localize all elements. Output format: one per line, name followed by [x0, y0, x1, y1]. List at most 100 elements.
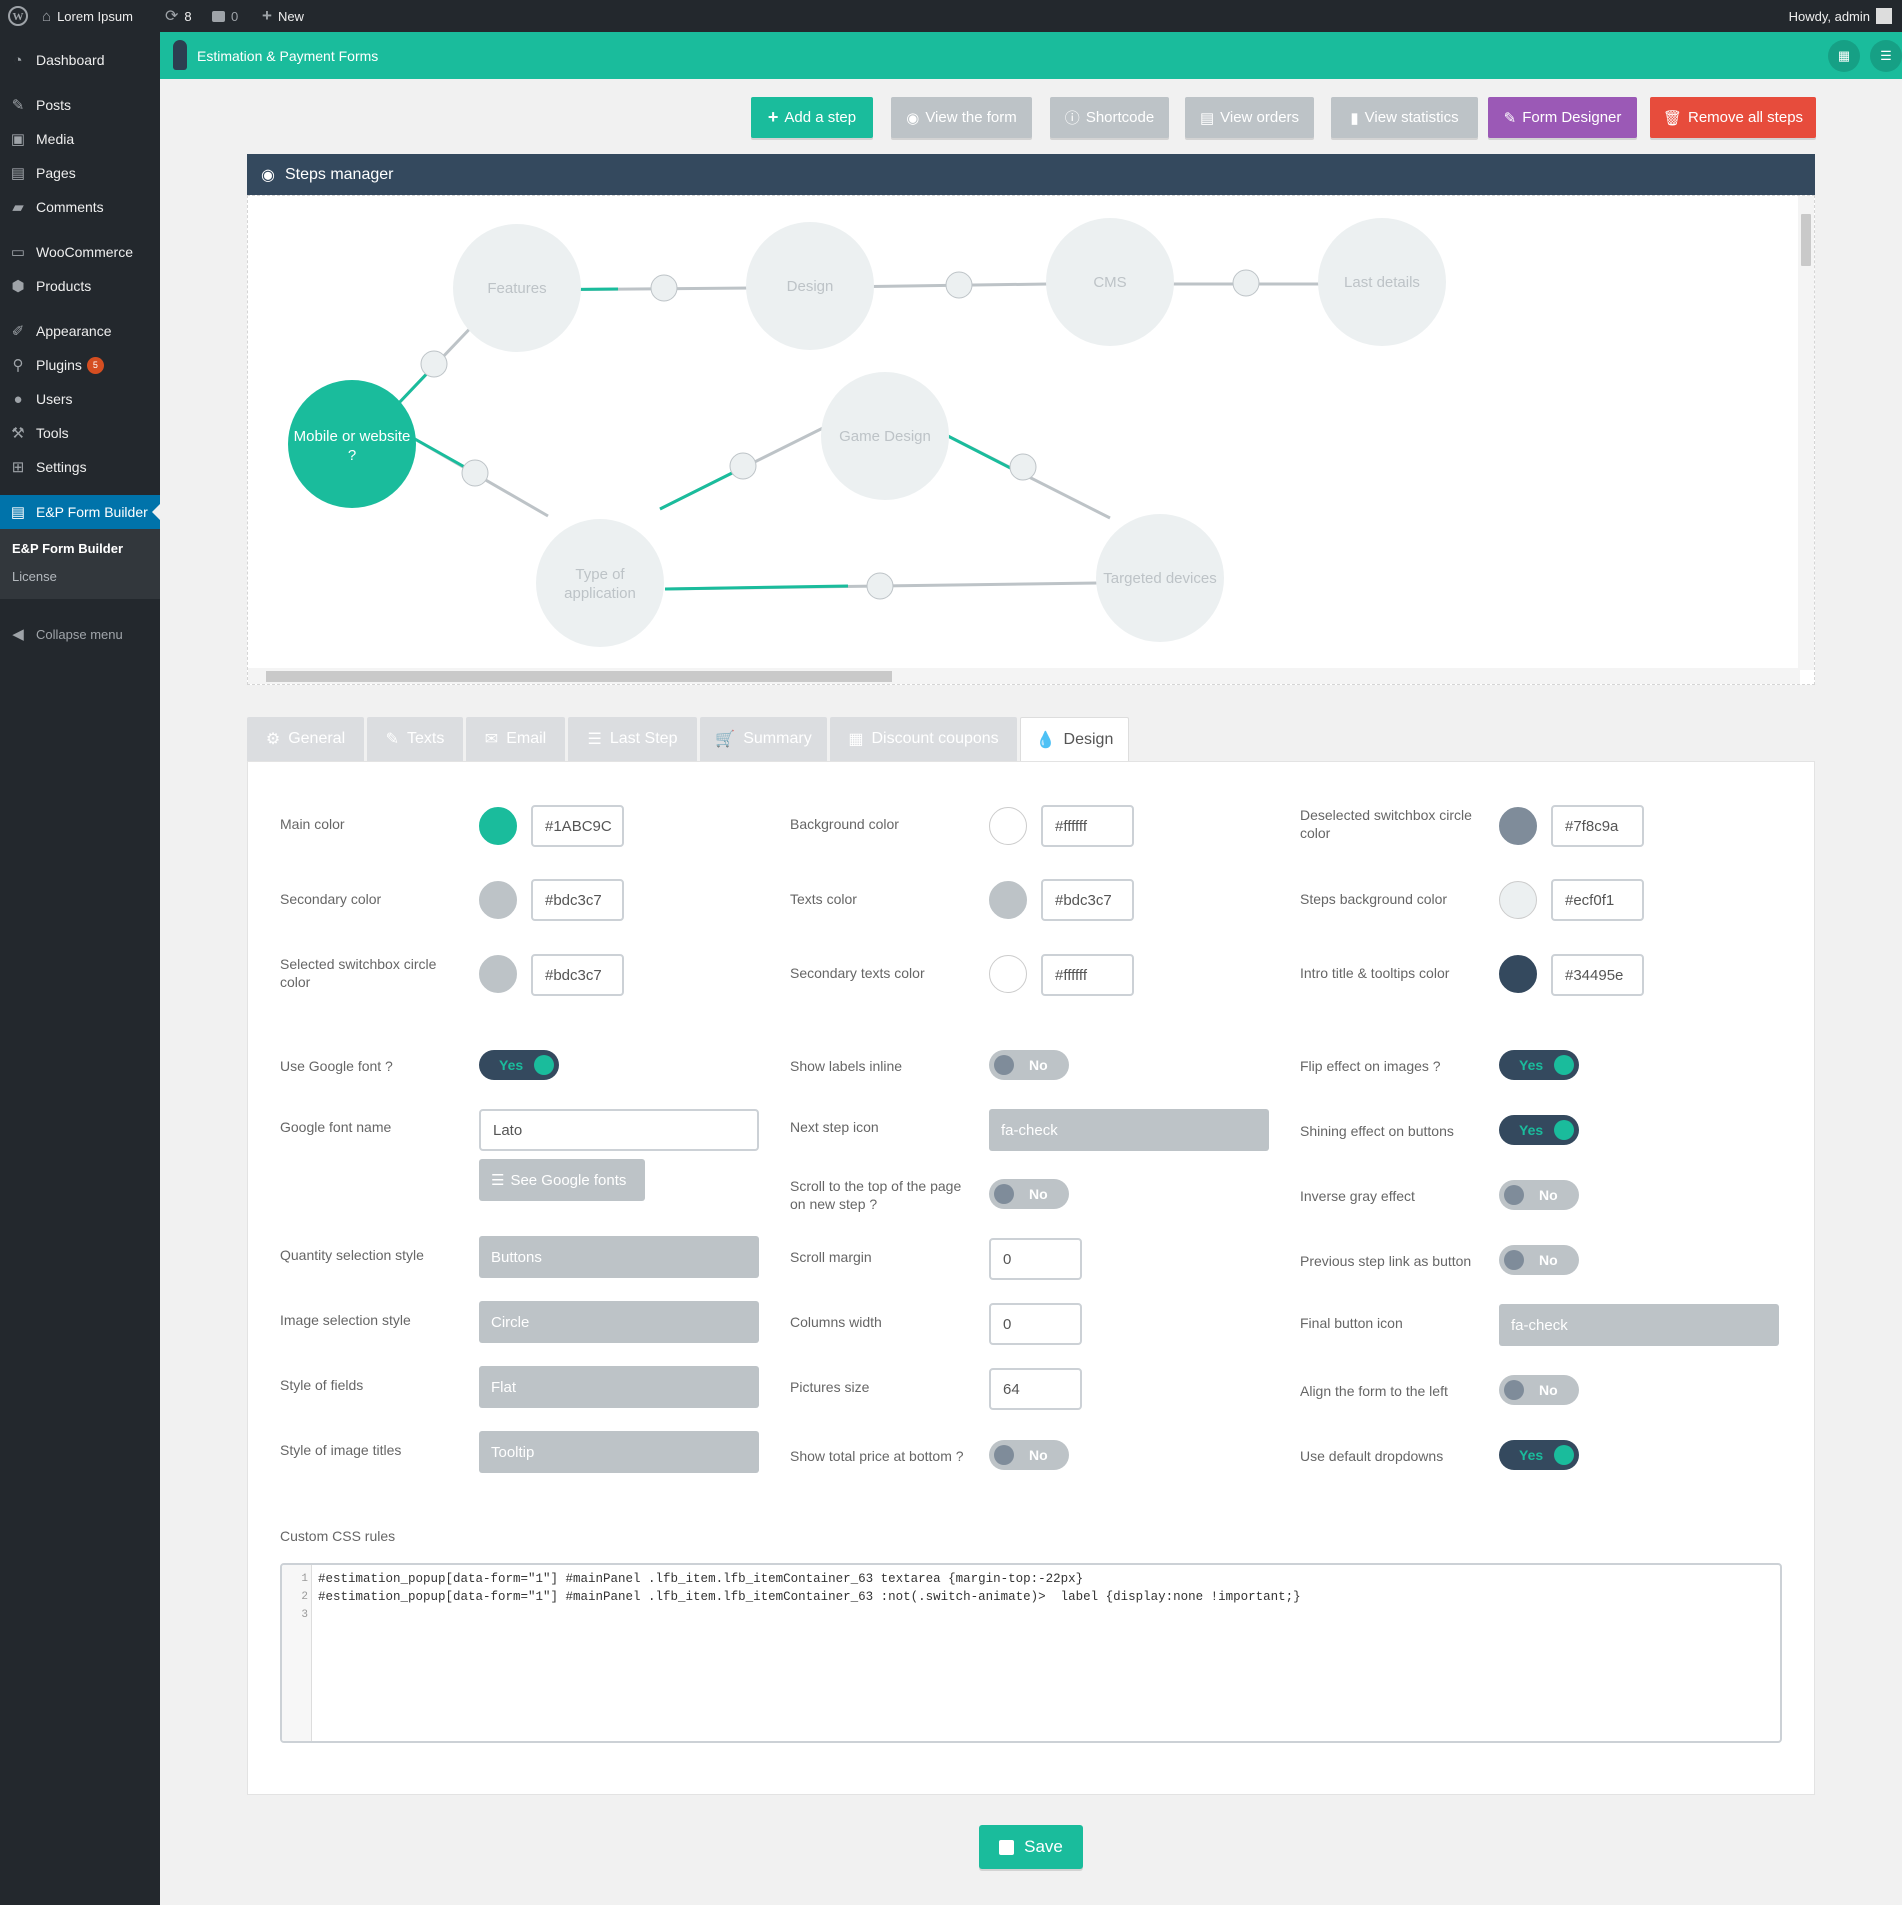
edit-link-icon[interactable] [420, 350, 448, 378]
pictures-size-input[interactable]: 64 [989, 1368, 1082, 1410]
step-label: application [564, 585, 636, 602]
custom-css-editor[interactable]: 1 2 3 #estimation_popup[data-form="1"] #… [280, 1563, 1782, 1743]
sidebar-item-ep-form-builder[interactable]: ▤ E&P Form Builder [0, 495, 160, 529]
vertical-scroll-thumb[interactable] [1801, 214, 1811, 266]
sidebar-item-woocommerce[interactable]: ▭ WooCommerce [0, 235, 160, 269]
remove-all-steps-button[interactable]: 🗑 Remove all steps [1650, 97, 1816, 138]
next-step-icon-input[interactable]: fa-check [989, 1109, 1269, 1151]
scroll-margin-input[interactable]: 0 [989, 1238, 1082, 1280]
deselected-switchbox-color-input[interactable]: #7f8c9a [1551, 805, 1644, 847]
secondary-color-input[interactable]: #bdc3c7 [531, 879, 624, 921]
sidebar-item-dashboard[interactable]: ◔ Dashboard [0, 43, 160, 77]
sidebar-item-appearance[interactable]: ✐ Appearance [0, 314, 160, 348]
edit-link-icon[interactable] [650, 274, 678, 302]
tab-label: Design [1063, 731, 1114, 748]
texts-color-input[interactable]: #bdc3c7 [1041, 879, 1134, 921]
selected-switchbox-color-swatch[interactable] [479, 955, 517, 993]
intro-title-color-input[interactable]: #34495e [1551, 954, 1644, 996]
columns-width-input[interactable]: 0 [989, 1303, 1082, 1345]
google-font-name-input[interactable]: Lato [479, 1109, 759, 1151]
step-type-of-application[interactable] [536, 519, 664, 647]
secondary-texts-color-input[interactable]: #ffffff [1041, 954, 1134, 996]
edit-link-icon[interactable] [729, 452, 757, 480]
deselected-switchbox-color-swatch[interactable] [1499, 807, 1537, 845]
tab-design[interactable]: 💧 Design [1020, 717, 1129, 762]
list-icon: ☰ [1880, 48, 1892, 63]
woo-icon: ▭ [10, 244, 26, 261]
sidebar-item-label: Comments [36, 199, 104, 215]
image-style-select[interactable]: Circle [479, 1301, 759, 1343]
view-form-button[interactable]: ◉ View the form [891, 97, 1032, 138]
flip-effect-toggle[interactable]: Yes [1499, 1050, 1579, 1080]
edit-link-icon[interactable] [866, 572, 894, 600]
wordpress-logo-icon[interactable]: W [8, 0, 28, 32]
horizontal-scrollbar[interactable] [248, 668, 1800, 684]
quantity-style-select[interactable]: Buttons [479, 1236, 759, 1278]
google-font-toggle[interactable]: Yes [479, 1050, 559, 1080]
save-button[interactable]: Save [979, 1825, 1083, 1869]
main-color-input[interactable]: #1ABC9C [531, 805, 624, 847]
secondary-texts-color-swatch[interactable] [989, 955, 1027, 993]
steps-manager-canvas[interactable]: Mobile or website ? Features Design CMS … [247, 195, 1815, 685]
collapse-menu-button[interactable]: ◀ Collapse menu [0, 617, 160, 651]
sidebar-item-media[interactable]: ▣ Media [0, 122, 160, 156]
inverse-gray-toggle[interactable]: No [1499, 1180, 1579, 1210]
tab-last-step[interactable]: ☰ Last Step [568, 717, 697, 761]
app-header: Estimation & Payment Forms ▦ ☰ [160, 32, 1902, 79]
edit-link-icon[interactable] [461, 459, 489, 487]
tab-email[interactable]: ✉ Email [466, 717, 565, 761]
site-name-link[interactable]: ⌂ Lorem Ipsum [42, 0, 133, 32]
submenu-item-license[interactable]: License [12, 569, 57, 584]
fields-style-select[interactable]: Flat [479, 1366, 759, 1408]
updates-link[interactable]: ⟳ 8 [165, 0, 192, 32]
total-bottom-toggle[interactable]: No [989, 1440, 1069, 1470]
button-label: Remove all steps [1687, 109, 1804, 126]
shining-effect-toggle[interactable]: Yes [1499, 1115, 1579, 1145]
background-color-input[interactable]: #ffffff [1041, 805, 1134, 847]
tab-texts[interactable]: ✎ Texts [367, 717, 463, 761]
intro-title-color-swatch[interactable] [1499, 955, 1537, 993]
default-dropdowns-toggle[interactable]: Yes [1499, 1440, 1579, 1470]
edit-link-icon[interactable] [1009, 453, 1037, 481]
scroll-top-toggle[interactable]: No [989, 1179, 1069, 1209]
submenu-item-ep-form-builder[interactable]: E&P Form Builder [12, 541, 123, 556]
sidebar-item-products[interactable]: ⬢ Products [0, 269, 160, 303]
edit-link-icon[interactable] [945, 271, 973, 299]
final-button-icon-input[interactable]: fa-check [1499, 1304, 1779, 1346]
steps-bg-color-swatch[interactable] [1499, 881, 1537, 919]
image-titles-style-select[interactable]: Tooltip [479, 1431, 759, 1473]
texts-color-swatch[interactable] [989, 881, 1027, 919]
selected-switchbox-color-input[interactable]: #bdc3c7 [531, 954, 624, 996]
tab-summary[interactable]: 🛒 Summary [700, 717, 827, 761]
align-left-toggle[interactable]: No [1499, 1375, 1579, 1405]
form-designer-button[interactable]: ✎ Form Designer [1488, 97, 1637, 138]
sidebar-item-plugins[interactable]: ⚲ Plugins 5 [0, 348, 160, 382]
see-google-fonts-button[interactable]: ☰ See Google fonts [479, 1159, 645, 1201]
account-link[interactable]: Howdy, admin [1789, 0, 1892, 32]
new-content-link[interactable]: + New [262, 0, 304, 32]
secondary-color-swatch[interactable] [479, 881, 517, 919]
tab-discount-coupons[interactable]: ▦ Discount coupons [830, 717, 1017, 761]
tab-general[interactable]: ⚙ General [247, 717, 364, 761]
sidebar-item-settings[interactable]: ⊞ Settings [0, 450, 160, 484]
vertical-scrollbar[interactable] [1798, 196, 1814, 670]
background-color-swatch[interactable] [989, 807, 1027, 845]
sidebar-item-tools[interactable]: ⚒ Tools [0, 416, 160, 450]
horizontal-scroll-thumb[interactable] [266, 671, 892, 682]
list-button[interactable]: ☰ [1870, 40, 1902, 72]
shortcode-button[interactable]: ⓘ Shortcode [1050, 97, 1169, 138]
add-step-button[interactable]: + Add a step [751, 97, 873, 138]
sidebar-item-comments[interactable]: ▰ Comments [0, 190, 160, 224]
view-orders-button[interactable]: ▤ View orders [1185, 97, 1314, 138]
main-color-swatch[interactable] [479, 807, 517, 845]
previous-link-button-toggle[interactable]: No [1499, 1245, 1579, 1275]
steps-bg-color-input[interactable]: #ecf0f1 [1551, 879, 1644, 921]
sidebar-item-pages[interactable]: ▤ Pages [0, 156, 160, 190]
calendar-button[interactable]: ▦ [1828, 40, 1860, 72]
view-statistics-button[interactable]: ▮ View statistics [1331, 97, 1478, 138]
edit-link-icon[interactable] [1232, 269, 1260, 297]
labels-inline-toggle[interactable]: No [989, 1050, 1069, 1080]
comments-link[interactable]: 0 [212, 0, 238, 32]
sidebar-item-users[interactable]: ● Users [0, 382, 160, 416]
sidebar-item-posts[interactable]: ✎ Posts [0, 88, 160, 122]
